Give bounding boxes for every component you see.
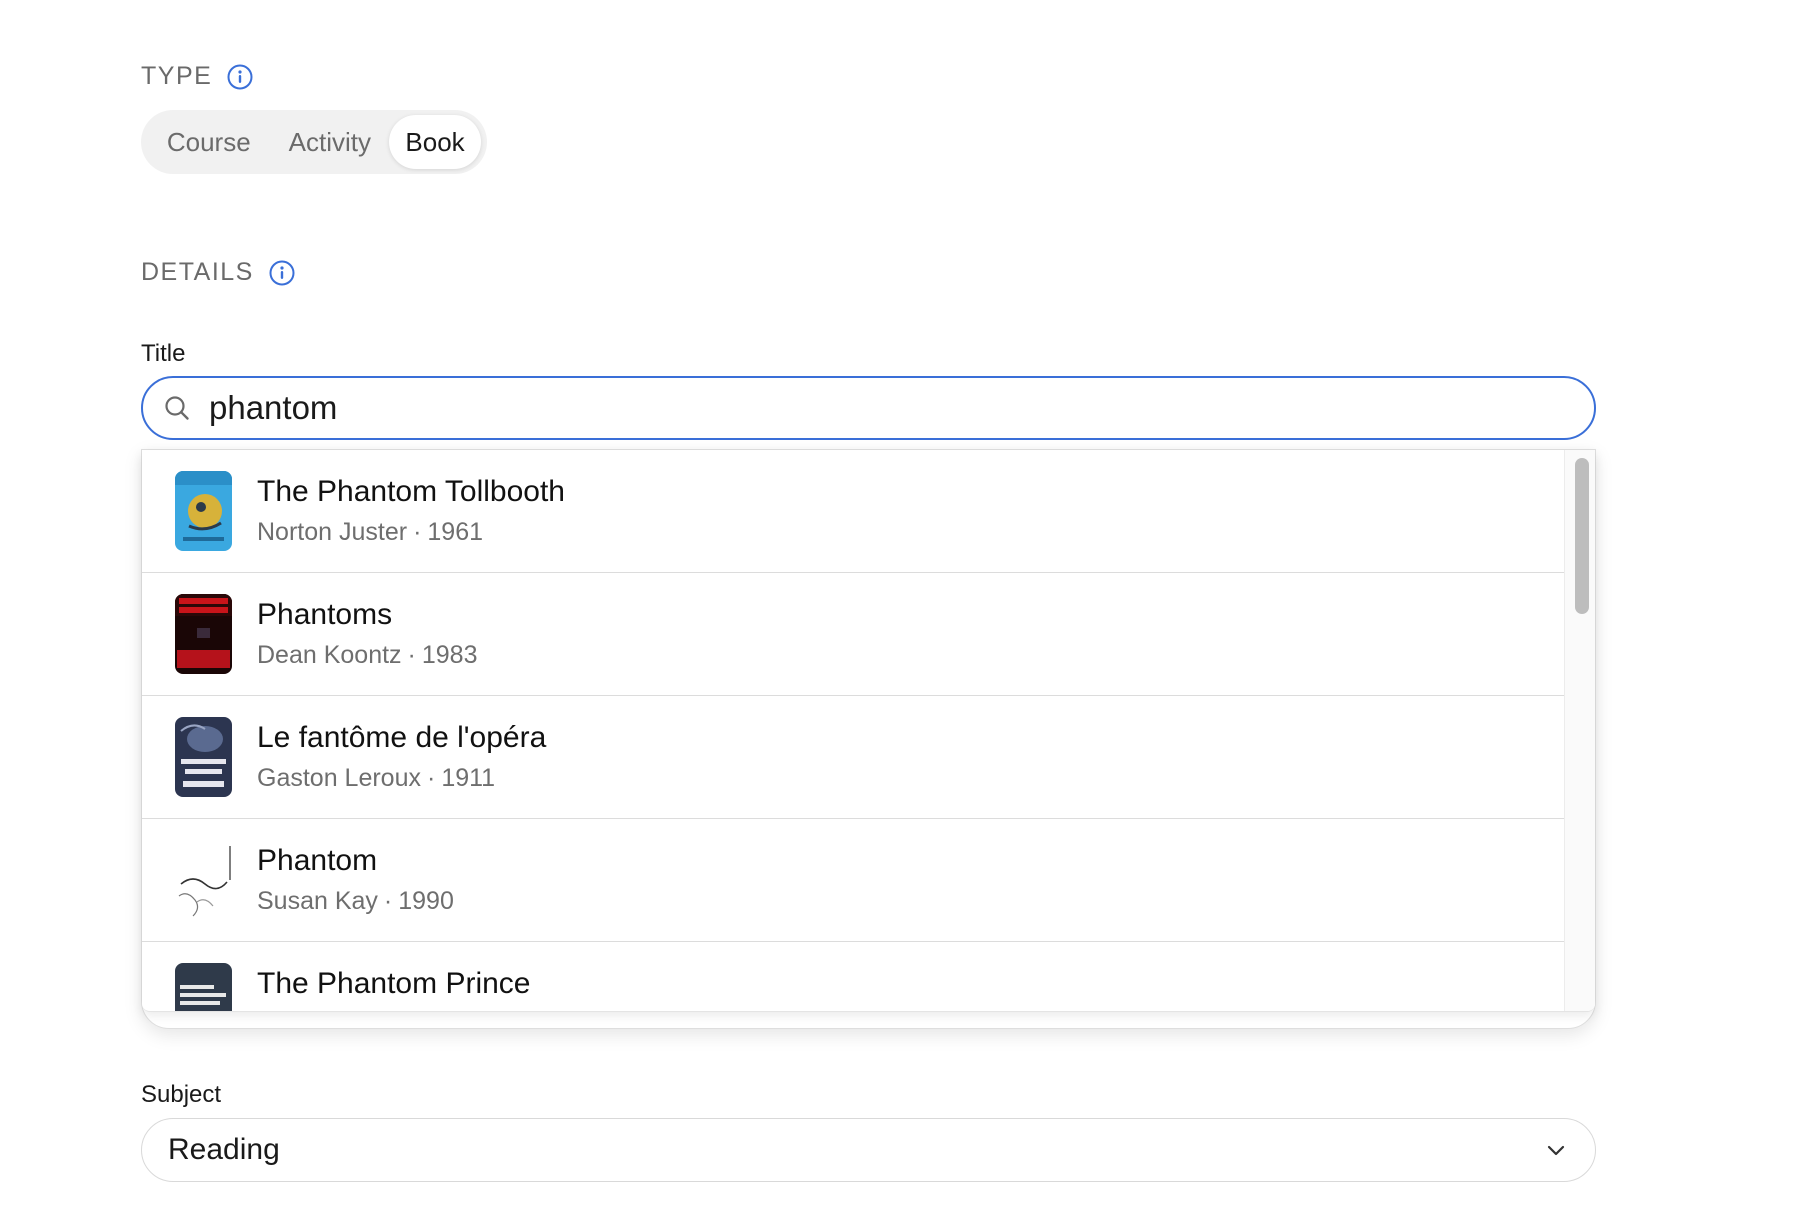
details-label: DETAILS: [141, 258, 254, 286]
result-title: The Phantom Tollbooth: [257, 475, 565, 508]
page: TYPE Course Activity Book DETAILS Title: [0, 0, 1806, 1214]
result-item[interactable]: Le fantôme de l'opéra Gaston Leroux · 1911: [142, 696, 1564, 819]
result-author: Norton Juster: [257, 518, 408, 546]
result-title: The Phantom Prince: [257, 967, 531, 1000]
book-cover-image: [175, 717, 232, 797]
result-title: Phantom: [257, 844, 378, 877]
meta-separator: ·: [427, 764, 436, 792]
info-icon[interactable]: [268, 259, 296, 287]
result-author: Gaston Leroux: [257, 764, 421, 792]
meta-separator: ·: [407, 641, 416, 669]
type-option-activity[interactable]: Activity: [271, 115, 390, 169]
subject-field-label: Subject: [141, 1081, 222, 1108]
result-meta: Susan Kay · 1990: [257, 887, 454, 916]
results-scrollbar[interactable]: [1564, 450, 1595, 1011]
book-cover-image: [175, 963, 232, 1011]
result-meta: Gaston Leroux · 1911: [257, 764, 495, 793]
type-segmented-control: Course Activity Book: [141, 110, 487, 174]
title-results-dropdown: The Phantom Tollbooth Norton Juster · 1961…: [142, 450, 1595, 1012]
result-author: Susan Kay: [257, 887, 378, 915]
type-option-course[interactable]: Course: [147, 115, 271, 169]
result-author: Dean Koontz: [257, 641, 402, 669]
result-meta: Dean Koontz · 1983: [257, 641, 478, 670]
scrollbar-thumb[interactable]: [1575, 458, 1589, 614]
result-year: 1911: [441, 764, 496, 792]
result-year: 1990: [398, 887, 454, 915]
result-title: Phantoms: [257, 598, 393, 631]
title-field-label: Title: [141, 340, 186, 367]
results-list: The Phantom Tollbooth Norton Juster · 1961…: [142, 450, 1564, 1011]
type-option-book[interactable]: Book: [389, 115, 481, 169]
result-item[interactable]: Phantom Susan Kay · 1990: [142, 819, 1564, 942]
result-item[interactable]: The Phantom Tollbooth Norton Juster · 1961: [142, 450, 1564, 573]
title-search-input[interactable]: [209, 383, 1559, 433]
search-icon: [163, 394, 191, 422]
result-year: 1961: [427, 518, 484, 546]
result-item[interactable]: Phantoms Dean Koontz · 1983: [142, 573, 1564, 696]
result-title: Le fantôme de l'opéra: [257, 721, 547, 754]
book-cover-image: [175, 471, 232, 551]
title-search-field[interactable]: [141, 376, 1596, 440]
book-cover-image: [175, 840, 232, 920]
subject-select[interactable]: Reading: [141, 1118, 1596, 1182]
result-year: 1983: [421, 641, 478, 669]
book-cover-image: [175, 594, 232, 674]
result-meta: Norton Juster · 1961: [257, 518, 483, 547]
type-label: TYPE: [141, 62, 213, 90]
type-section-label: TYPE: [141, 62, 254, 91]
result-item[interactable]: The Phantom Prince: [142, 942, 1564, 1011]
meta-separator: ·: [383, 887, 393, 915]
meta-separator: ·: [413, 518, 422, 546]
details-section-label: DETAILS: [141, 258, 296, 287]
subject-select-value: Reading: [168, 1133, 280, 1166]
info-icon[interactable]: [226, 63, 254, 91]
